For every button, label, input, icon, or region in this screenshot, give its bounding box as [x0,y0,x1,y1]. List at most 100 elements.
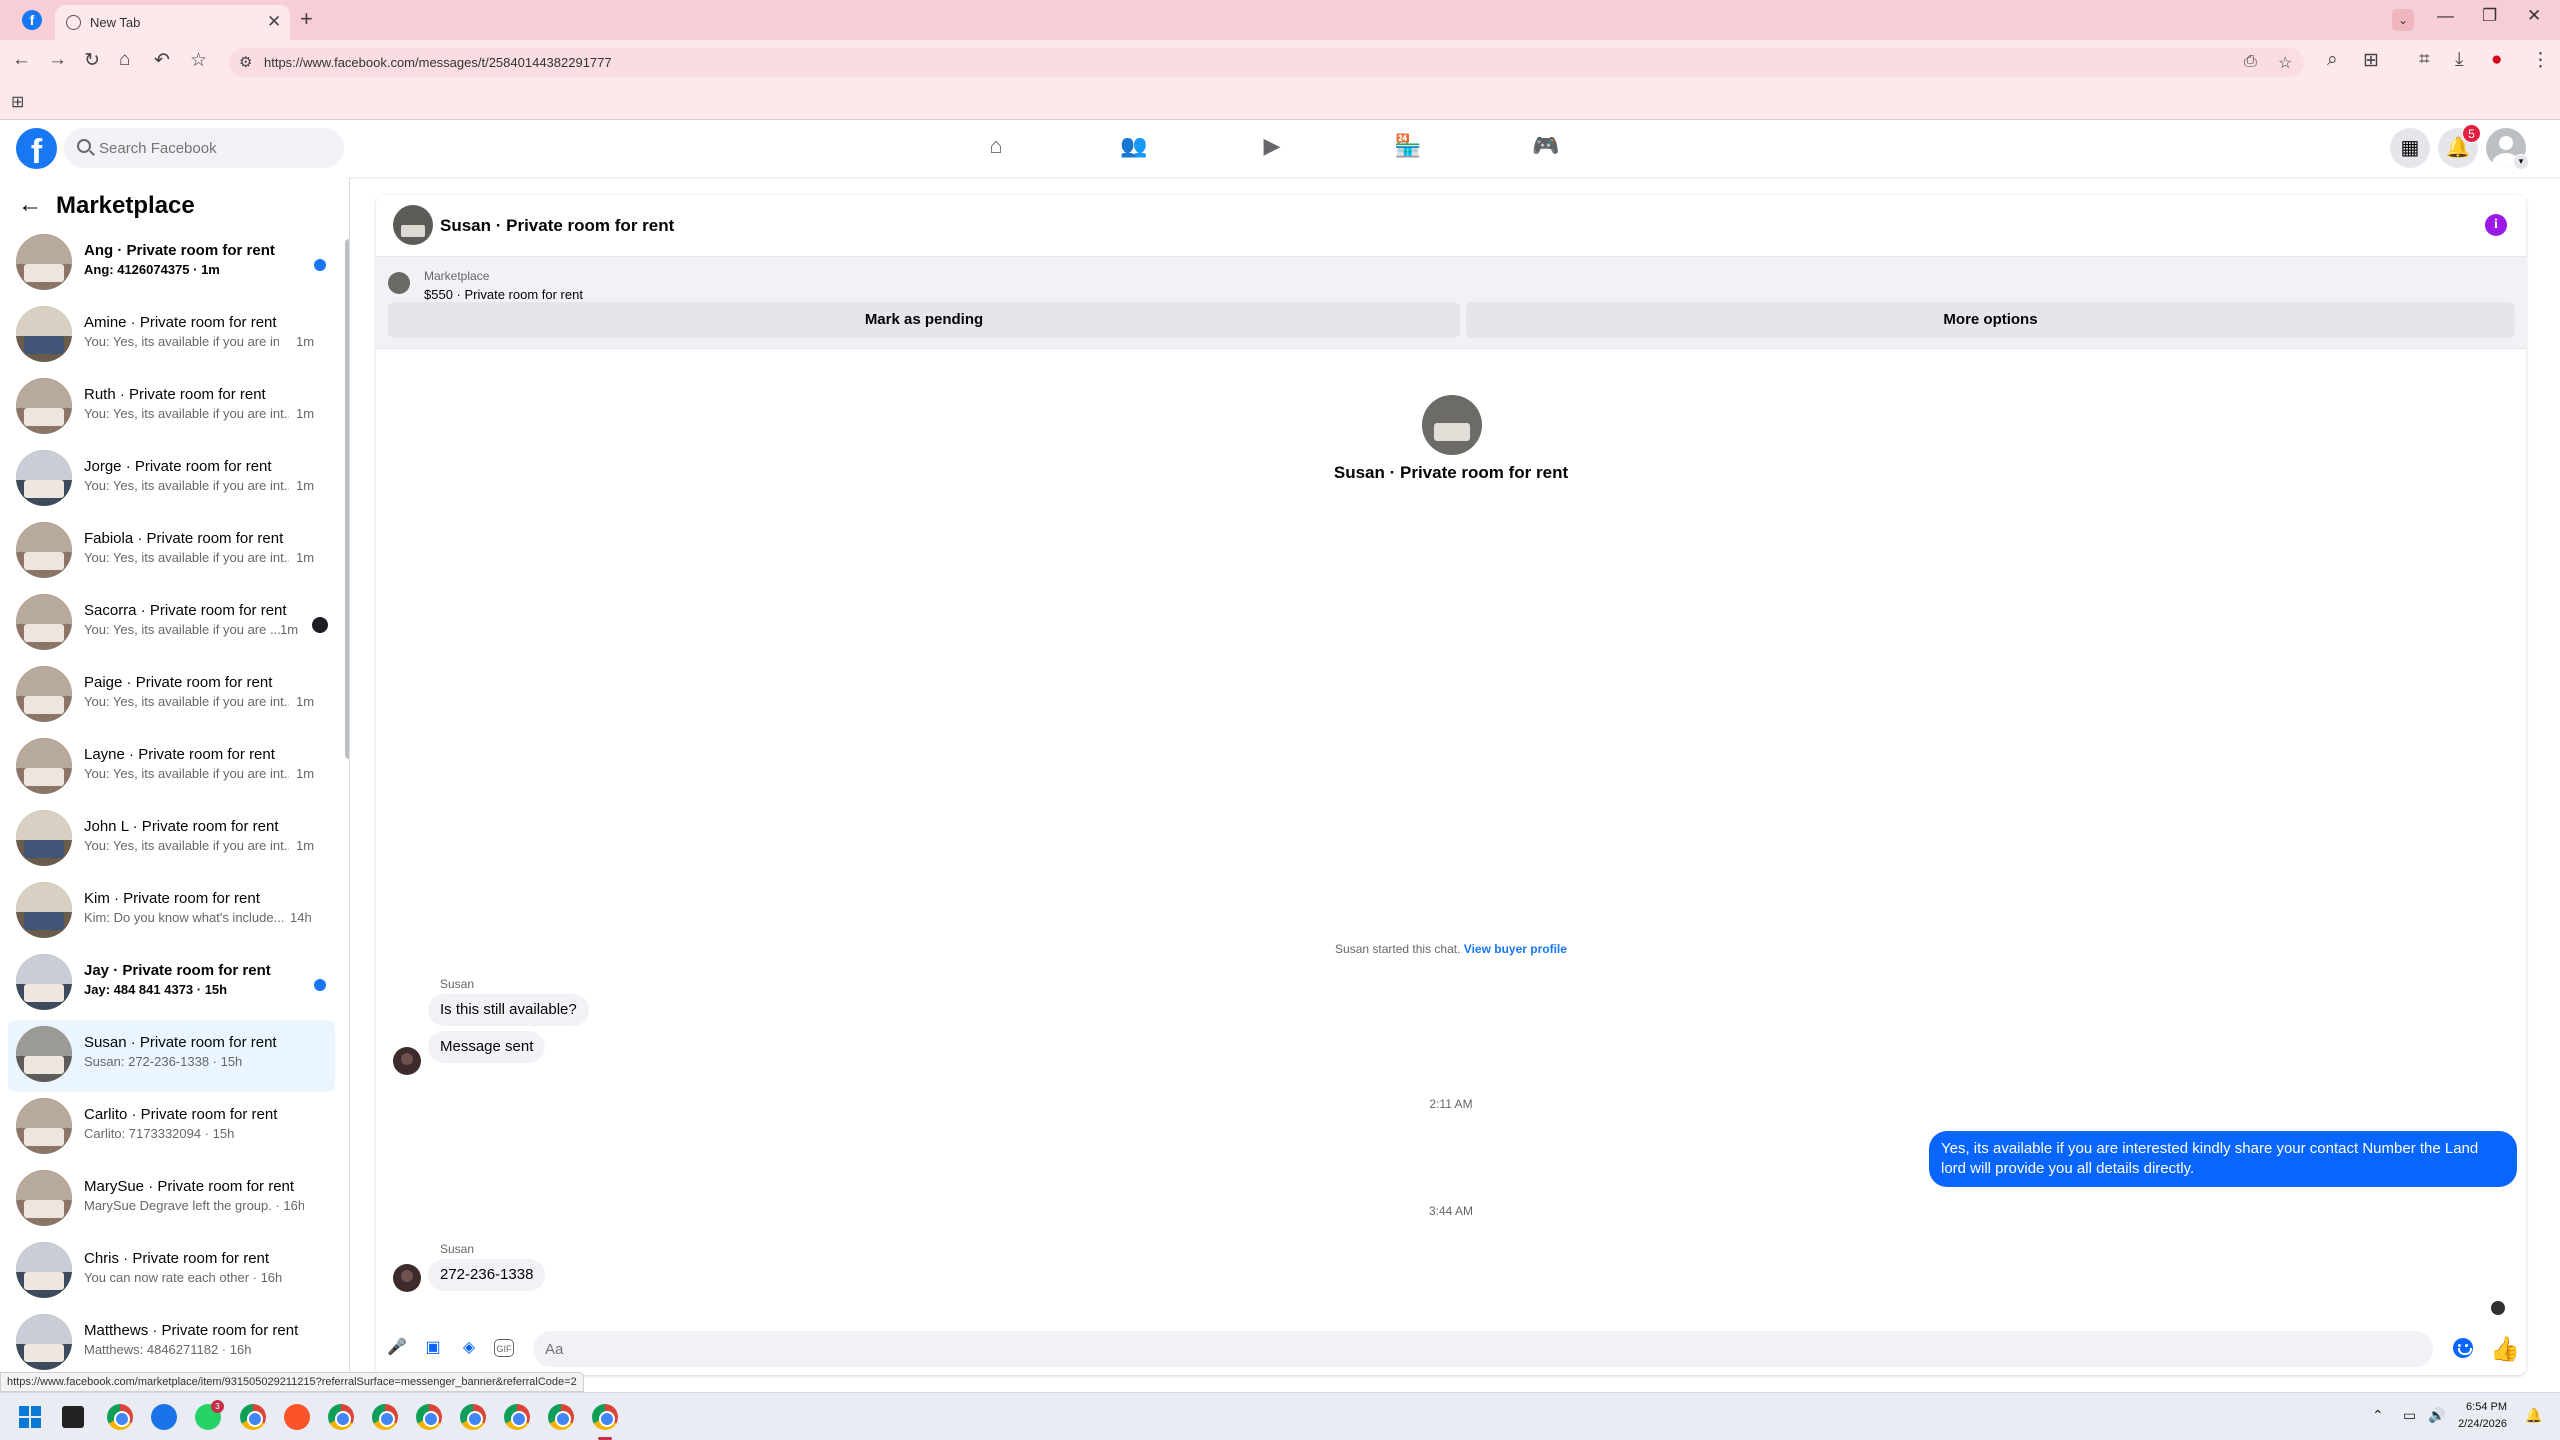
chrome-icon[interactable] [460,1404,486,1430]
sticker-icon[interactable]: ◈ [458,1337,480,1359]
chrome-icon[interactable] [107,1404,133,1430]
conversation-item-selected[interactable]: Susan · Private room for rent Susan: 272… [8,1020,335,1092]
thumbs-up-icon[interactable]: 👍 [2490,1335,2520,1364]
apps-grid-icon[interactable]: ⊞ [11,92,24,112]
photo-icon[interactable]: ▣ [422,1337,444,1359]
conversation-item[interactable]: Amine · Private room for rent You: Yes, … [8,300,335,372]
chrome-icon[interactable] [416,1404,442,1430]
chevron-down-icon[interactable]: ▾ [2513,154,2529,170]
message-input[interactable] [533,1331,2433,1367]
windows-start-icon[interactable] [19,1406,41,1428]
close-window-button[interactable]: ✕ [2527,6,2541,26]
video-icon[interactable]: ▶ [1257,133,1287,163]
conversation-item[interactable]: Chris · Private room for rent You can no… [8,1236,335,1308]
conversation-item[interactable]: Jorge · Private room for rent You: Yes, … [8,444,335,516]
message-bubble[interactable]: 272-236-1338 [428,1259,546,1291]
chrome-icon[interactable] [372,1404,398,1430]
outgoing-message-bubble[interactable]: Yes, its available if you are interested… [1929,1131,2517,1187]
new-tab-button[interactable]: + [300,6,313,32]
conversation-item[interactable]: Fabiola · Private room for rent You: Yes… [8,516,335,588]
info-icon[interactable]: i [2485,214,2507,236]
listing-thumbnail [16,738,72,794]
gif-icon[interactable]: GIF [494,1339,514,1357]
conversation-item[interactable]: MarySue · Private room for rent MarySue … [8,1164,335,1236]
zoom-icon[interactable]: ⌕ [2327,49,2338,71]
conversation-preview: You: Yes, its available if you are ... [84,622,281,637]
reload-icon[interactable]: ↻ [84,49,100,72]
clock-date[interactable]: 2/24/2026 [2443,1418,2507,1430]
friends-icon[interactable]: 👥 [1119,133,1149,163]
brave-icon[interactable] [284,1404,310,1430]
network-icon[interactable]: ▭ [2403,1407,2416,1424]
sender-name: Susan [440,977,475,991]
facebook-tab-icon[interactable]: f [22,10,42,30]
chrome-icon[interactable] [504,1404,530,1430]
home-button-icon[interactable]: ⌂ [119,49,130,71]
notification-bell-icon[interactable]: 🔔 [2525,1407,2542,1424]
sender-avatar[interactable] [393,1264,421,1292]
tray-chevron-icon[interactable]: ⌃ [2372,1407,2384,1424]
conversation-preview: Carlito: 7173332094 · 15h [84,1126,235,1141]
facebook-logo[interactable]: f [16,128,57,169]
download-icon[interactable]: ⤓ [2455,49,2463,71]
conversation-item[interactable]: Paige · Private room for rent You: Yes, … [8,660,335,732]
clock-time[interactable]: 6:54 PM [2443,1401,2507,1413]
sidebar-scrollbar[interactable] [345,239,349,759]
view-buyer-profile-link[interactable]: View buyer profile [1464,942,1567,956]
conversation-item[interactable]: Kim · Private room for rent Kim: Do you … [8,876,335,948]
conversation-item[interactable]: Sacorra · Private room for rent You: Yes… [8,588,335,660]
conversation-item[interactable]: John L · Private room for rent You: Yes,… [8,804,335,876]
chrome-icon[interactable] [240,1404,266,1430]
browser-menu-icon[interactable]: ⋮ [2531,49,2550,72]
back-icon[interactable]: ← [12,49,31,71]
home-icon[interactable]: ⌂ [981,133,1011,163]
conversation-item[interactable]: Layne · Private room for rent You: Yes, … [8,732,335,804]
more-options-button[interactable]: More options [1466,302,2515,338]
back-arrow-icon[interactable]: ← [18,191,42,219]
screenshot-icon[interactable]: ⌗ [2419,49,2430,71]
listing-link[interactable]: $550 · Private room for rent [424,287,583,302]
chrome-icon[interactable] [328,1404,354,1430]
chat-title[interactable]: Susan · Private room for rent [440,216,674,236]
whatsapp-icon[interactable]: 3 [195,1400,224,1430]
terminal-icon[interactable] [62,1406,84,1428]
bookmark-page-icon[interactable]: ☆ [2278,53,2292,73]
conversation-item[interactable]: Jay · Private room for rent Jay: 484 841… [8,948,335,1020]
gaming-icon[interactable]: 🎮 [1531,133,1561,163]
url-text[interactable]: https://www.facebook.com/messages/t/2584… [264,55,612,70]
chat-avatar[interactable] [393,205,433,245]
microphone-icon[interactable]: 🎤 [386,1337,408,1359]
address-bar[interactable]: ⚙ https://www.facebook.com/messages/t/25… [229,48,2304,77]
bookmark-star-icon[interactable]: ☆ [190,49,207,72]
mark-as-pending-button[interactable]: Mark as pending [388,302,1460,338]
menu-grid-button[interactable]: ▦ [2390,128,2430,168]
tab-new-tab[interactable]: New Tab ✕ [55,5,290,40]
profile-icon[interactable]: ● [2491,49,2502,71]
tab-search-button[interactable]: ⌄ [2392,9,2414,31]
chrome-active-icon[interactable] [592,1404,618,1430]
conversation-item[interactable]: Matthews · Private room for rent Matthew… [8,1308,335,1377]
minimize-button[interactable]: — [2437,6,2454,26]
chrome-profile-icon[interactable] [151,1404,177,1430]
conversation-item[interactable]: Ang · Private room for rent Ang: 4126074… [8,228,335,300]
sender-avatar[interactable] [393,1047,421,1075]
search-input[interactable] [99,128,329,168]
windows-taskbar: 3 ⌃ ▭ 🔊 6:54 PM 2/24/2026 🔔 [0,1392,2560,1440]
undo-icon[interactable]: ↶ [154,49,170,72]
restore-button[interactable]: ❐ [2482,6,2497,26]
notification-badge: 5 [2462,124,2481,143]
message-bubble[interactable]: Is this still available? [428,994,589,1026]
emoji-icon[interactable] [2453,1338,2473,1358]
conversation-item[interactable]: Ruth · Private room for rent You: Yes, i… [8,372,335,444]
install-app-icon[interactable]: ⎙ [2244,53,2257,71]
message-bubble[interactable]: Message sent [428,1031,546,1063]
forward-icon[interactable]: → [48,49,67,71]
marketplace-icon[interactable]: 🏪 [1393,133,1423,163]
conversation-item[interactable]: Carlito · Private room for rent Carlito:… [8,1092,335,1164]
facebook-search[interactable] [64,128,344,168]
extensions-icon[interactable]: ⊞ [2363,49,2379,72]
conversation-preview: You: Yes, its available if you are int..… [84,334,279,349]
chrome-icon[interactable] [548,1404,574,1430]
close-tab-icon[interactable]: ✕ [267,12,281,32]
site-info-icon[interactable]: ⚙ [239,53,252,71]
